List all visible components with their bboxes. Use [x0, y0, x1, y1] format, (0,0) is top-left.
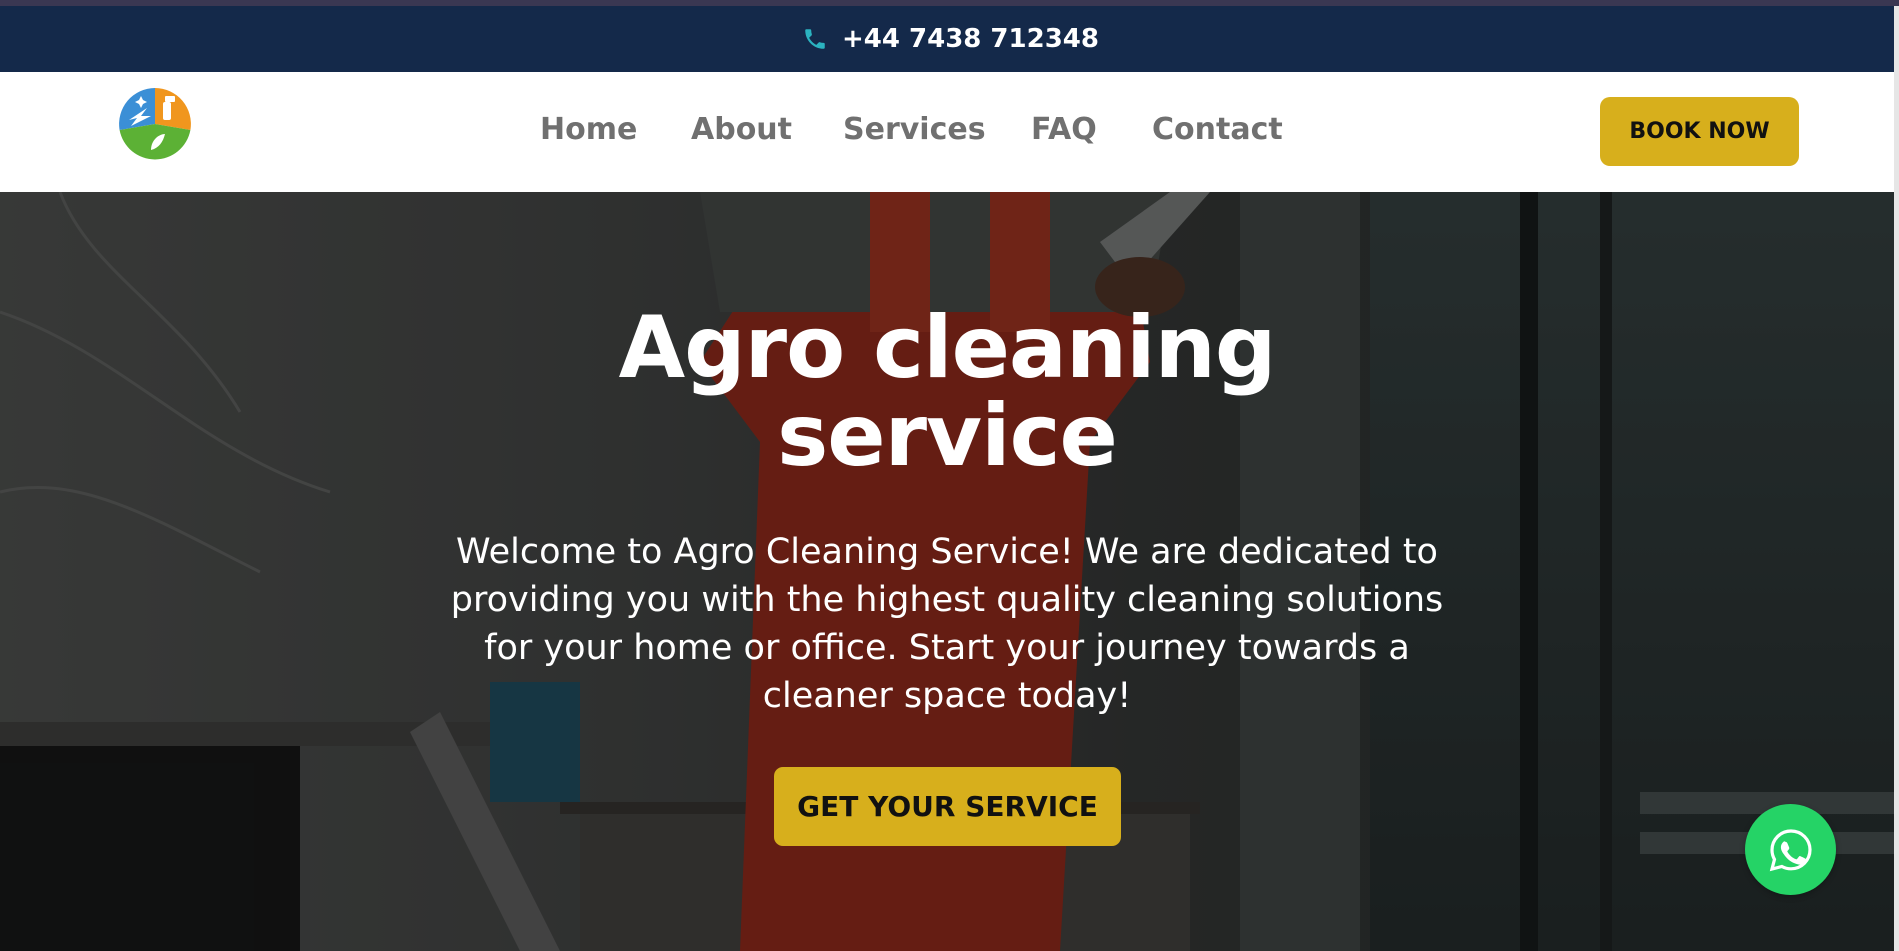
hero-title: Agro cleaning service [618, 298, 1277, 486]
nav-faq[interactable]: FAQ [1031, 112, 1097, 147]
hero-section: Agro cleaning service Welcome to Agro Cl… [0, 192, 1894, 951]
nav-services[interactable]: Services [843, 112, 986, 147]
contact-topbar: +44 7438 712348 [0, 6, 1899, 72]
phone-number[interactable]: +44 7438 712348 [842, 24, 1099, 54]
nav-about[interactable]: About [691, 112, 792, 147]
book-now-button[interactable]: BOOK NOW [1600, 97, 1799, 166]
whatsapp-icon[interactable] [1745, 804, 1836, 895]
site-header: Home About Services FAQ Contact BOOK NOW [0, 72, 1899, 192]
nav-contact[interactable]: Contact [1152, 112, 1283, 147]
nav-home[interactable]: Home [540, 112, 637, 147]
page-scrollbar[interactable] [1894, 6, 1899, 951]
hero-subtitle: Welcome to Agro Cleaning Service! We are… [450, 532, 1444, 716]
phone-icon [800, 24, 830, 54]
get-your-service-button[interactable]: GET YOUR SERVICE [774, 767, 1121, 846]
